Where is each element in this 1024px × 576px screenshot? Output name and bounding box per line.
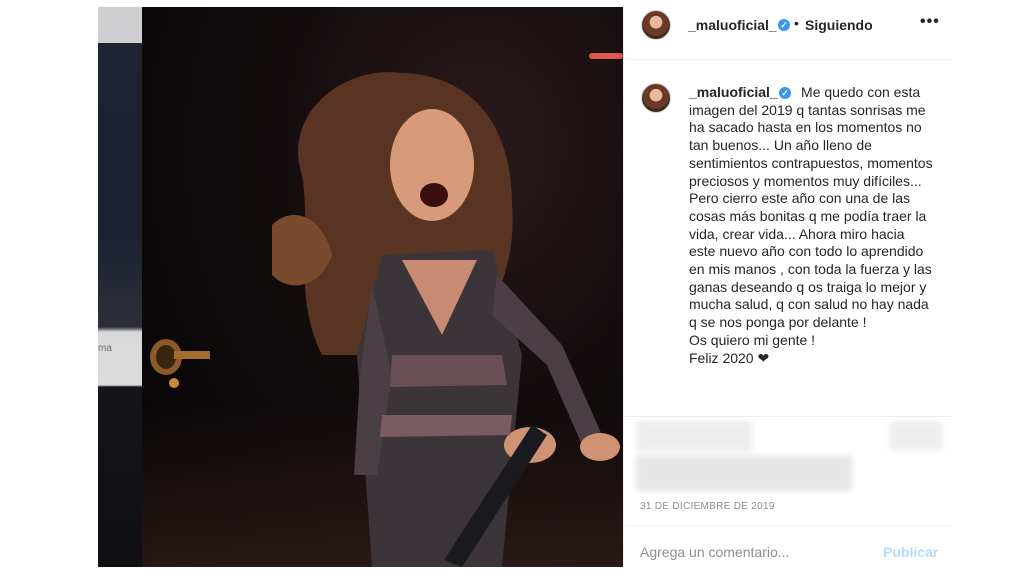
- caption-avatar[interactable]: [641, 83, 671, 113]
- post-details-panel: _maluoficial_ ✓ • Siguiendo ••• _maluofi…: [623, 7, 952, 567]
- trumpet-graphic: [150, 339, 210, 388]
- header-username[interactable]: _maluoficial_: [688, 17, 777, 33]
- preview-text: ma: [98, 343, 112, 354]
- avatar[interactable]: [641, 10, 671, 40]
- more-options-icon[interactable]: •••: [920, 13, 940, 31]
- divider: [624, 525, 952, 526]
- publish-button[interactable]: Publicar: [883, 544, 938, 560]
- post-date[interactable]: 31 DE DICIEMBRE DE 2019: [640, 501, 775, 512]
- caption-verified-badge-icon: ✓: [779, 87, 791, 99]
- comment-input[interactable]: Agrega un comentario...: [640, 544, 789, 560]
- stage-background: [142, 7, 623, 567]
- caption: _maluoficial_ Me quedo con esta imagen d…: [689, 84, 934, 367]
- caption-section: _maluoficial_ Me quedo con esta imagen d…: [624, 71, 952, 416]
- separator-dot: •: [794, 15, 799, 31]
- caption-username[interactable]: _maluoficial_: [689, 84, 778, 100]
- previous-post-preview[interactable]: ma: [98, 7, 142, 567]
- verified-badge-icon: ✓: [778, 19, 790, 31]
- singer-figure: [272, 72, 620, 567]
- follow-status-button[interactable]: Siguiendo: [805, 17, 873, 33]
- post-header: _maluoficial_ ✓ • Siguiendo •••: [624, 7, 952, 60]
- post-photo[interactable]: ma: [98, 7, 623, 567]
- divider: [624, 416, 952, 417]
- caption-text: Me quedo con esta imagen del 2019 q tant…: [689, 84, 933, 366]
